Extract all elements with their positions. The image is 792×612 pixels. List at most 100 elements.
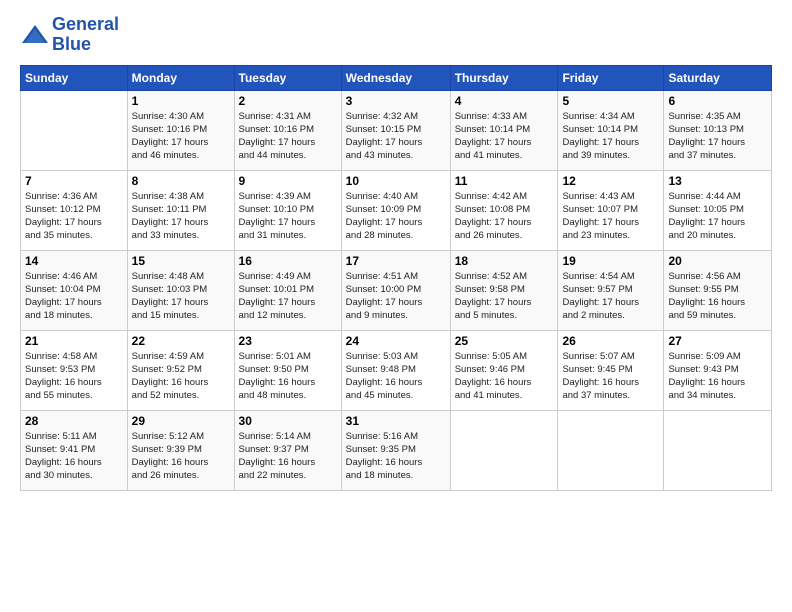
- day-info: Sunrise: 5:07 AMSunset: 9:45 PMDaylight:…: [562, 350, 659, 403]
- day-number: 17: [346, 254, 446, 268]
- calendar-cell: [450, 410, 558, 490]
- day-number: 31: [346, 414, 446, 428]
- day-number: 11: [455, 174, 554, 188]
- day-number: 25: [455, 334, 554, 348]
- calendar-week-row: 7 Sunrise: 4:36 AMSunset: 10:12 PMDayligh…: [21, 170, 772, 250]
- day-info: Sunrise: 4:34 AMSunset: 10:14 PMDaylight…: [562, 110, 659, 163]
- weekday-header-cell: Wednesday: [341, 65, 450, 90]
- day-info: Sunrise: 4:43 AMSunset: 10:07 PMDaylight…: [562, 190, 659, 243]
- day-info: Sunrise: 4:46 AMSunset: 10:04 PMDaylight…: [25, 270, 123, 323]
- day-info: Sunrise: 4:52 AMSunset: 9:58 PMDaylight:…: [455, 270, 554, 323]
- calendar-week-row: 28Sunrise: 5:11 AMSunset: 9:41 PMDayligh…: [21, 410, 772, 490]
- day-number: 26: [562, 334, 659, 348]
- day-info: Sunrise: 5:05 AMSunset: 9:46 PMDaylight:…: [455, 350, 554, 403]
- calendar-cell: 11 Sunrise: 4:42 AMSunset: 10:08 PMDaylig…: [450, 170, 558, 250]
- calendar-cell: [21, 90, 128, 170]
- day-number: 18: [455, 254, 554, 268]
- day-info: Sunrise: 4:35 AMSunset: 10:13 PMDaylight…: [668, 110, 767, 163]
- calendar-cell: 28Sunrise: 5:11 AMSunset: 9:41 PMDayligh…: [21, 410, 128, 490]
- page: General Blue SundayMondayTuesdayWednesda…: [0, 0, 792, 506]
- day-number: 13: [668, 174, 767, 188]
- calendar-cell: 29Sunrise: 5:12 AMSunset: 9:39 PMDayligh…: [127, 410, 234, 490]
- day-number: 15: [132, 254, 230, 268]
- calendar-cell: 8 Sunrise: 4:38 AMSunset: 10:11 PMDayligh…: [127, 170, 234, 250]
- day-info: Sunrise: 4:58 AMSunset: 9:53 PMDaylight:…: [25, 350, 123, 403]
- day-number: 3: [346, 94, 446, 108]
- calendar-cell: 10 Sunrise: 4:40 AMSunset: 10:09 PMDaylig…: [341, 170, 450, 250]
- weekday-header-cell: Sunday: [21, 65, 128, 90]
- day-info: Sunrise: 5:01 AMSunset: 9:50 PMDaylight:…: [239, 350, 337, 403]
- calendar-cell: 9 Sunrise: 4:39 AMSunset: 10:10 PMDayligh…: [234, 170, 341, 250]
- day-info: Sunrise: 4:38 AMSunset: 10:11 PMDaylight…: [132, 190, 230, 243]
- calendar-cell: 25 Sunrise: 5:05 AMSunset: 9:46 PMDayligh…: [450, 330, 558, 410]
- logo-text: General Blue: [52, 15, 119, 55]
- day-number: 1: [132, 94, 230, 108]
- calendar-cell: 24 Sunrise: 5:03 AMSunset: 9:48 PMDayligh…: [341, 330, 450, 410]
- weekday-header-cell: Tuesday: [234, 65, 341, 90]
- day-info: Sunrise: 4:40 AMSunset: 10:09 PMDaylight…: [346, 190, 446, 243]
- calendar-cell: 7 Sunrise: 4:36 AMSunset: 10:12 PMDayligh…: [21, 170, 128, 250]
- day-info: Sunrise: 5:11 AMSunset: 9:41 PMDaylight:…: [25, 430, 123, 483]
- day-info: Sunrise: 5:14 AMSunset: 9:37 PMDaylight:…: [239, 430, 337, 483]
- calendar-table: SundayMondayTuesdayWednesdayThursdayFrid…: [20, 65, 772, 491]
- calendar-cell: [558, 410, 664, 490]
- calendar-body: 1 Sunrise: 4:30 AMSunset: 10:16 PMDayligh…: [21, 90, 772, 490]
- day-number: 14: [25, 254, 123, 268]
- calendar-cell: 18 Sunrise: 4:52 AMSunset: 9:58 PMDayligh…: [450, 250, 558, 330]
- day-number: 2: [239, 94, 337, 108]
- weekday-header-cell: Thursday: [450, 65, 558, 90]
- day-info: Sunrise: 4:56 AMSunset: 9:55 PMDaylight:…: [668, 270, 767, 323]
- calendar-cell: 31Sunrise: 5:16 AMSunset: 9:35 PMDayligh…: [341, 410, 450, 490]
- calendar-cell: 4 Sunrise: 4:33 AMSunset: 10:14 PMDayligh…: [450, 90, 558, 170]
- day-number: 8: [132, 174, 230, 188]
- calendar-week-row: 1 Sunrise: 4:30 AMSunset: 10:16 PMDayligh…: [21, 90, 772, 170]
- day-info: Sunrise: 4:31 AMSunset: 10:16 PMDaylight…: [239, 110, 337, 163]
- logo-icon: [20, 23, 50, 47]
- day-number: 10: [346, 174, 446, 188]
- day-info: Sunrise: 4:36 AMSunset: 10:12 PMDaylight…: [25, 190, 123, 243]
- calendar-cell: 6Sunrise: 4:35 AMSunset: 10:13 PMDayligh…: [664, 90, 772, 170]
- day-info: Sunrise: 4:33 AMSunset: 10:14 PMDaylight…: [455, 110, 554, 163]
- day-info: Sunrise: 4:39 AMSunset: 10:10 PMDaylight…: [239, 190, 337, 243]
- weekday-header-cell: Saturday: [664, 65, 772, 90]
- calendar-cell: 17 Sunrise: 4:51 AMSunset: 10:00 PMDaylig…: [341, 250, 450, 330]
- day-info: Sunrise: 4:54 AMSunset: 9:57 PMDaylight:…: [562, 270, 659, 323]
- day-number: 4: [455, 94, 554, 108]
- day-info: Sunrise: 4:48 AMSunset: 10:03 PMDaylight…: [132, 270, 230, 323]
- day-info: Sunrise: 4:30 AMSunset: 10:16 PMDaylight…: [132, 110, 230, 163]
- calendar-cell: 26 Sunrise: 5:07 AMSunset: 9:45 PMDayligh…: [558, 330, 664, 410]
- calendar-cell: 3 Sunrise: 4:32 AMSunset: 10:15 PMDayligh…: [341, 90, 450, 170]
- day-info: Sunrise: 4:42 AMSunset: 10:08 PMDaylight…: [455, 190, 554, 243]
- calendar-cell: 20 Sunrise: 4:56 AMSunset: 9:55 PMDayligh…: [664, 250, 772, 330]
- day-info: Sunrise: 4:32 AMSunset: 10:15 PMDaylight…: [346, 110, 446, 163]
- calendar-cell: 27 Sunrise: 5:09 AMSunset: 9:43 PMDayligh…: [664, 330, 772, 410]
- day-number: 16: [239, 254, 337, 268]
- calendar-cell: 19 Sunrise: 4:54 AMSunset: 9:57 PMDayligh…: [558, 250, 664, 330]
- day-number: 5: [562, 94, 659, 108]
- day-number: 22: [132, 334, 230, 348]
- day-info: Sunrise: 4:51 AMSunset: 10:00 PMDaylight…: [346, 270, 446, 323]
- day-number: 19: [562, 254, 659, 268]
- day-number: 27: [668, 334, 767, 348]
- day-number: 7: [25, 174, 123, 188]
- day-number: 21: [25, 334, 123, 348]
- day-info: Sunrise: 5:03 AMSunset: 9:48 PMDaylight:…: [346, 350, 446, 403]
- calendar-week-row: 14 Sunrise: 4:46 AMSunset: 10:04 PMDaylig…: [21, 250, 772, 330]
- day-number: 9: [239, 174, 337, 188]
- calendar-cell: 12Sunrise: 4:43 AMSunset: 10:07 PMDaylig…: [558, 170, 664, 250]
- calendar-cell: 23 Sunrise: 5:01 AMSunset: 9:50 PMDayligh…: [234, 330, 341, 410]
- day-info: Sunrise: 5:09 AMSunset: 9:43 PMDaylight:…: [668, 350, 767, 403]
- calendar-cell: [664, 410, 772, 490]
- day-number: 24: [346, 334, 446, 348]
- weekday-header-cell: Friday: [558, 65, 664, 90]
- calendar-cell: 5 Sunrise: 4:34 AMSunset: 10:14 PMDayligh…: [558, 90, 664, 170]
- day-number: 30: [239, 414, 337, 428]
- day-number: 29: [132, 414, 230, 428]
- calendar-cell: 16Sunrise: 4:49 AMSunset: 10:01 PMDaylig…: [234, 250, 341, 330]
- day-info: Sunrise: 4:59 AMSunset: 9:52 PMDaylight:…: [132, 350, 230, 403]
- calendar-cell: 21 Sunrise: 4:58 AMSunset: 9:53 PMDayligh…: [21, 330, 128, 410]
- day-number: 20: [668, 254, 767, 268]
- weekday-header-cell: Monday: [127, 65, 234, 90]
- header: General Blue: [20, 15, 772, 55]
- day-number: 23: [239, 334, 337, 348]
